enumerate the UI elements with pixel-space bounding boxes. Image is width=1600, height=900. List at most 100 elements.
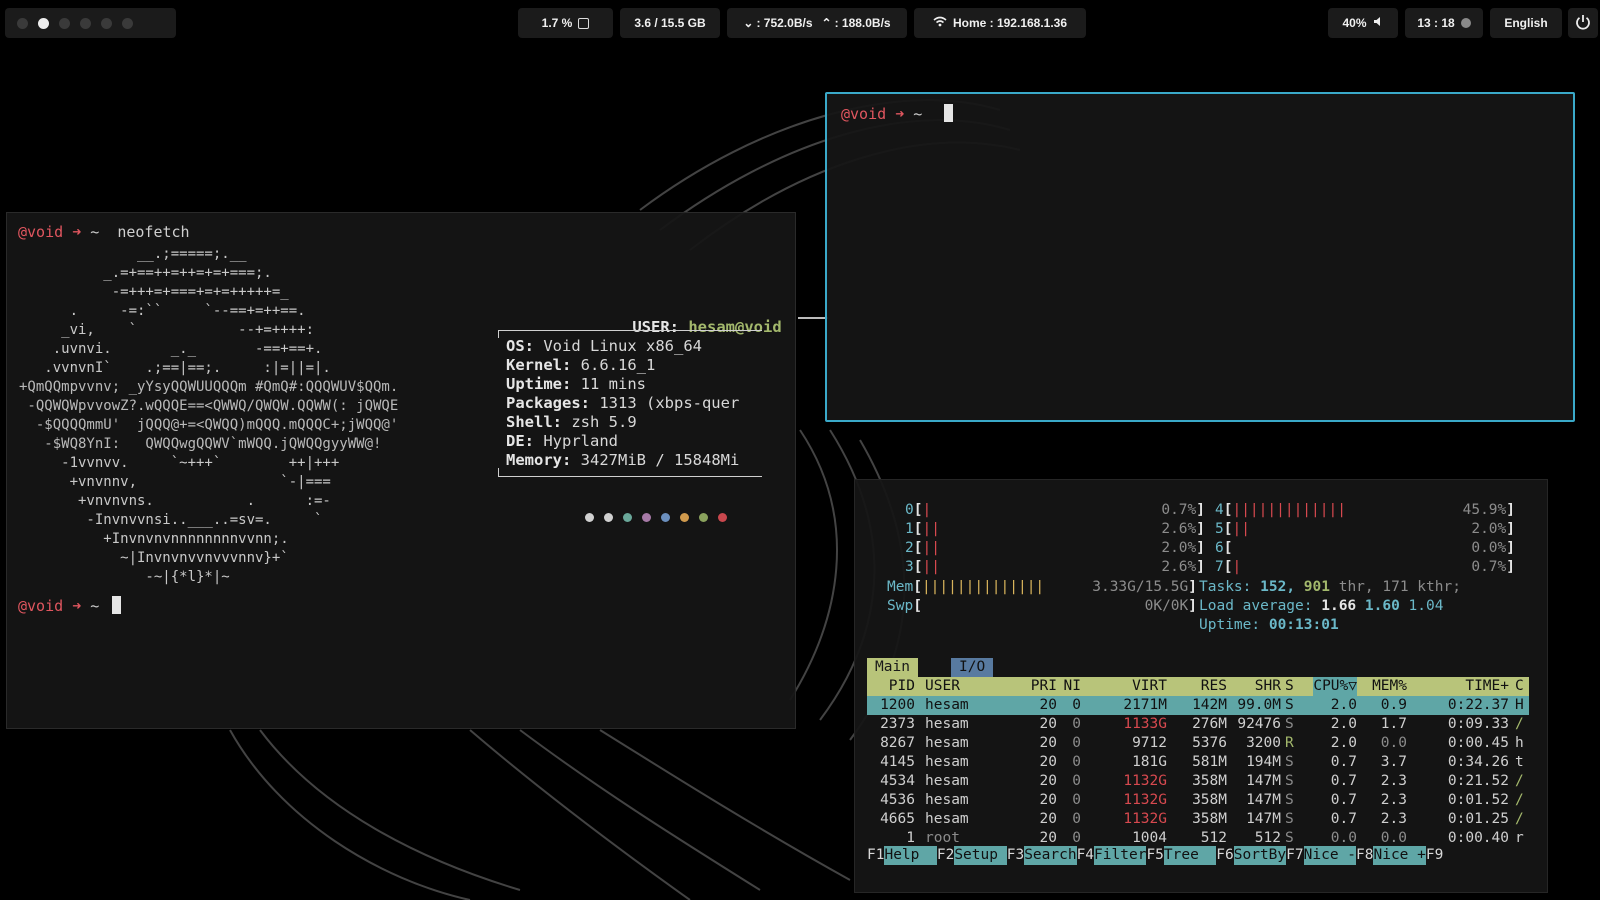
cpu-value: 0.0%] <box>1405 539 1515 558</box>
workspace-1-icon[interactable] <box>17 17 28 29</box>
color-swatch <box>699 513 708 522</box>
workspace-2-active-icon[interactable] <box>38 17 49 29</box>
color-swatch <box>661 513 670 522</box>
process-row[interactable]: 4145 hesam 20 0 181G 581M 194M S 0.7 3.7 0:34.26 t <box>867 753 1529 772</box>
process-table-header[interactable]: PID USER PRI NI VIRT RES SHR S CPU%▽ MEM% TIME+ C <box>867 677 1529 696</box>
cell-mem: 2.3 <box>1380 773 1407 789</box>
clock-text: 13 : 18 <box>1417 16 1455 30</box>
cell-pid: 4145 <box>880 754 915 770</box>
text-cursor <box>112 596 122 614</box>
language-text: English <box>1504 16 1548 30</box>
network-speed-widget[interactable]: ⌄ : 752.0B/s ⌃ : 188.0B/s <box>727 8 907 38</box>
fkey-label-f1[interactable]: Help <box>884 846 937 865</box>
workspace-3-icon[interactable] <box>59 17 70 29</box>
ascii-line: .uvnvi. _._ -==+==+. <box>19 341 323 357</box>
cpu-bar: || <box>922 540 940 556</box>
keyboard-language-widget[interactable]: English <box>1490 8 1562 38</box>
wifi-widget[interactable]: Home : 192.168.1.36 <box>914 8 1086 38</box>
workspace-6-icon[interactable] <box>122 17 133 29</box>
swp-label: Swp <box>887 598 914 614</box>
text-cursor <box>944 104 954 122</box>
prompt-user: @void <box>18 597 64 615</box>
process-row[interactable]: 4536 hesam 20 0 1132G 358M 147M S 0.7 2.3 0:01.52 / <box>867 791 1529 810</box>
cpu-id: 5 <box>1215 521 1224 537</box>
cell-ni: 0 <box>1072 811 1081 827</box>
info-divider-top <box>498 330 762 331</box>
column-header-virt[interactable]: VIRT <box>1132 677 1167 696</box>
column-header-pid[interactable]: PID <box>889 677 915 696</box>
cpu-bar: || <box>922 559 940 575</box>
neofetch-system-info: OS: Void Linux x86_64 Kernel: 6.6.16_1 Upt… <box>506 337 739 470</box>
cell-shr: 147M <box>1246 811 1281 827</box>
cell-ni: 0 <box>1072 773 1081 789</box>
clock-widget[interactable]: 13 : 18 <box>1405 8 1483 38</box>
ascii-line: +vnvnnv, `-|=== <box>19 474 331 490</box>
process-row[interactable]: 2373 hesam 20 0 1133G 276M 92476 S 2.0 1.7 0:09.33… <box>867 715 1529 734</box>
volume-widget[interactable]: 40% <box>1328 8 1398 38</box>
prompt-dir: ~ <box>913 105 923 123</box>
workspace-4-icon[interactable] <box>80 17 91 29</box>
cpu-id: 1 <box>905 521 914 537</box>
process-row-selected[interactable]: 1200 hesam 20 0 2171M 142M 99.0M S 2.0 0.9 0:22.37… <box>867 696 1529 715</box>
cell-time: 0:22.37 <box>1447 697 1509 713</box>
terminal-window-focused[interactable]: @void ➜ ~ <box>825 92 1575 422</box>
speaker-icon <box>1373 16 1384 30</box>
fkey-label-f8[interactable]: Nice + <box>1373 846 1426 865</box>
fkey-label-f3[interactable]: Search <box>1024 846 1077 865</box>
process-row[interactable]: 4534 hesam 20 0 1132G 358M 147M S 0.7 2.3 0:21.52 / <box>867 772 1529 791</box>
fkey-label-f4[interactable]: Filter <box>1094 846 1147 865</box>
column-header-shr[interactable]: SHR <box>1255 677 1281 696</box>
cell-s: S <box>1285 773 1294 789</box>
ascii-line: -1vvnvv. `~+++` ++|+++ <box>19 455 340 471</box>
cell-user: hesam <box>925 773 969 789</box>
cell-s: S <box>1285 754 1294 770</box>
cpu-id: 2 <box>905 540 914 556</box>
info-line: Packages: 1313 (xbps-quer <box>506 394 739 413</box>
fkey-label-f2[interactable]: Setup <box>954 846 1007 865</box>
column-header-mem[interactable]: MEM% <box>1372 677 1407 696</box>
cpu-pct: 0.7% <box>1471 559 1507 575</box>
process-row[interactable]: 4665 hesam 20 0 1132G 358M 147M S 0.7 2.3 0:01.25 / <box>867 810 1529 829</box>
load-average: Load average: 1.66 1.60 1.04 <box>1199 597 1443 616</box>
column-header-c[interactable]: C <box>1515 677 1524 696</box>
process-row[interactable]: 8267 hesam 20 0 9712 5376 3200 R 2.0 0.0 0:00.45 h <box>867 734 1529 753</box>
cell-pri: 20 <box>1039 735 1057 751</box>
fkey-label-f5[interactable]: Tree <box>1163 846 1217 865</box>
fkey-number: F6 <box>1216 847 1234 863</box>
cell-c: H <box>1515 697 1524 713</box>
tasks-summary: Tasks: 152, 901 thr, 171 kthr; <box>1199 578 1461 597</box>
upload-icon: ⌃ <box>821 16 832 30</box>
cell-c: / <box>1515 773 1524 789</box>
cell-virt: 1132G <box>1123 792 1167 808</box>
info-value: zsh 5.9 <box>571 413 637 431</box>
color-swatch <box>585 513 594 522</box>
column-header-pri[interactable]: PRI <box>1031 677 1057 696</box>
htop-window[interactable]: 0[| 0.7%] 1[|| 2.6%] 2[|| 2.0%] 3[|| 2.6%] 4[||… <box>854 479 1548 893</box>
column-header-s[interactable]: S <box>1285 677 1294 696</box>
fkey-number: F3 <box>1006 847 1025 863</box>
terminal-prompt-active[interactable]: @void ➜ ~ <box>841 104 954 123</box>
cell-virt: 1132G <box>1123 811 1167 827</box>
tab-main[interactable]: Main <box>867 658 918 677</box>
cpu-usage-widget[interactable]: 1.7 % <box>518 8 613 38</box>
cpu-bracket: ] <box>1506 521 1515 537</box>
tab-io[interactable]: I/O <box>951 658 994 677</box>
cpu-bracket: ] <box>1196 540 1205 556</box>
terminal-window-neofetch[interactable]: @void ➜ ~ neofetch __.;=====;.__ _.=+==+… <box>6 212 796 729</box>
cell-user: hesam <box>925 754 969 770</box>
column-header-cpu[interactable]: CPU%▽ <box>1313 677 1357 696</box>
column-header-ni[interactable]: NI <box>1064 677 1081 696</box>
cell-mem: 0.9 <box>1380 697 1407 713</box>
memory-usage-widget[interactable]: 3.6 / 15.5 GB <box>620 8 720 38</box>
column-header-user[interactable]: USER <box>925 677 960 696</box>
power-button[interactable] <box>1568 8 1598 38</box>
fkey-label-f7[interactable]: Nice - <box>1303 846 1357 865</box>
uptime-label: Uptime: <box>1199 617 1261 633</box>
workspace-5-icon[interactable] <box>101 17 112 29</box>
column-header-res[interactable]: RES <box>1201 677 1227 696</box>
ascii-line: ~|Invnvnvvnvvvnnv}+` <box>19 550 289 566</box>
column-header-time[interactable]: TIME+ <box>1465 677 1509 696</box>
fkey-label-f6[interactable]: SortBy <box>1233 846 1287 865</box>
cpu-meter: 7[| <box>1215 558 1241 577</box>
terminal-prompt-active[interactable]: @void ➜ ~ <box>18 596 122 615</box>
